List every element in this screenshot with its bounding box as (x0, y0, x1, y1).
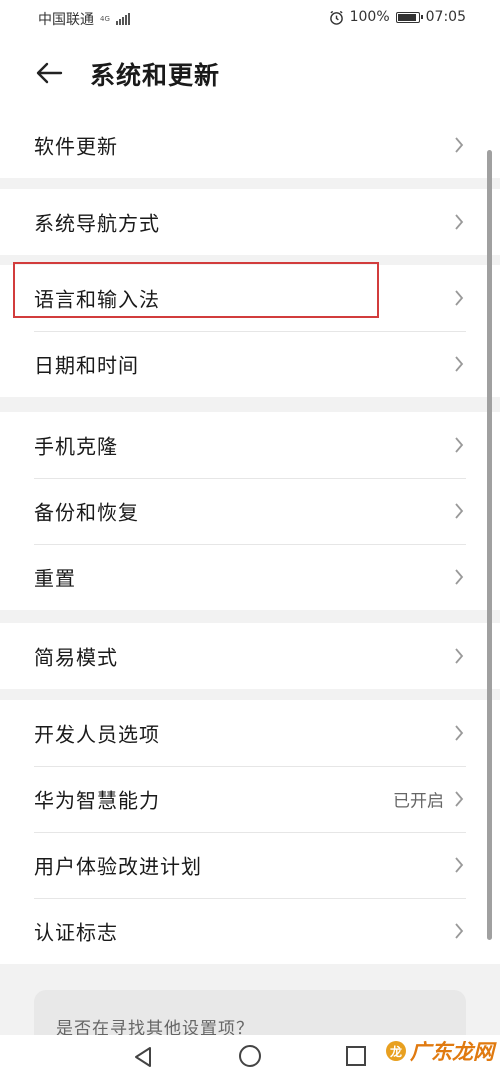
settings-group-4: 简易模式 (0, 623, 500, 689)
row-label: 系统导航方式 (34, 211, 160, 236)
software-update-row[interactable]: 软件更新 (0, 112, 500, 178)
page-title: 系统和更新 (90, 61, 221, 90)
signal-icon (115, 13, 130, 25)
watermark-logo-icon: 龙 (386, 1041, 406, 1061)
chevron-right-icon (455, 648, 464, 664)
developer-options-row[interactable]: 开发人员选项 (0, 700, 500, 766)
row-label: 手机克隆 (34, 434, 118, 459)
status-left: 中国联通 4G (38, 9, 130, 29)
network-type-label: 4G (100, 14, 110, 23)
chevron-right-icon (455, 725, 464, 741)
settings-group-2: 系统导航方式 (0, 189, 500, 255)
status-value: 已开启 (393, 791, 444, 812)
chevron-right-icon (455, 791, 464, 807)
settings-group-3: 手机克隆 备份和恢复 重置 (0, 412, 500, 610)
back-arrow-icon[interactable] (34, 58, 64, 88)
simple-mode-row[interactable]: 简易模式 (0, 623, 500, 689)
row-label: 日期和时间 (34, 353, 139, 378)
chevron-right-icon (455, 857, 464, 873)
battery-icon (395, 11, 423, 23)
nav-recent-icon[interactable] (346, 1046, 366, 1066)
chevron-right-icon (455, 569, 464, 585)
row-label: 用户体验改进计划 (34, 854, 202, 879)
row-label: 认证标志 (34, 920, 118, 945)
chevron-right-icon (455, 923, 464, 939)
chevron-right-icon (455, 214, 464, 230)
row-label: 华为智慧能力 (34, 788, 160, 813)
watermark-text: 广东龙网 (410, 1040, 494, 1064)
watermark: 龙 广东龙网 (386, 1036, 494, 1066)
ux-improvement-row[interactable]: 用户体验改进计划 (0, 832, 500, 898)
system-navigation-row[interactable]: 系统导航方式 (0, 189, 500, 255)
row-label: 软件更新 (34, 134, 118, 159)
battery-percent: 100% (349, 9, 390, 25)
row-label: 开发人员选项 (34, 722, 160, 747)
chevron-right-icon (455, 137, 464, 153)
row-label: 备份和恢复 (34, 500, 139, 525)
huawei-intelligence-row[interactable]: 华为智慧能力 已开启 (0, 766, 500, 832)
battery-fill (397, 13, 416, 21)
settings-group-5: 开发人员选项 华为智慧能力 已开启 用户体验改进计划 认证标志 (0, 700, 500, 964)
scrollbar[interactable] (487, 150, 492, 940)
alarm-icon (329, 10, 343, 25)
nav-home-icon[interactable] (239, 1045, 261, 1067)
status-bar: 中国联通 4G 100% 07:05 (0, 0, 500, 36)
language-input-row[interactable]: 语言和输入法 (0, 265, 500, 331)
nav-back-icon[interactable] (132, 1045, 154, 1069)
reset-row[interactable]: 重置 (0, 544, 500, 610)
settings-group-1: 软件更新 (0, 112, 500, 178)
chevron-right-icon (455, 356, 464, 372)
backup-restore-row[interactable]: 备份和恢复 (0, 478, 500, 544)
chevron-right-icon (455, 290, 464, 306)
row-label: 重置 (34, 566, 76, 591)
status-right: 100% 07:05 (329, 9, 466, 25)
settings-group-2b: 语言和输入法 日期和时间 (0, 265, 500, 397)
date-time-row[interactable]: 日期和时间 (0, 331, 500, 397)
app-header: 系统和更新 (0, 36, 500, 116)
row-label: 语言和输入法 (34, 287, 160, 312)
row-label: 简易模式 (34, 645, 118, 670)
certification-logos-row[interactable]: 认证标志 (0, 898, 500, 964)
carrier-label: 中国联通 (38, 12, 94, 28)
clock: 07:05 (425, 9, 466, 25)
chevron-right-icon (455, 503, 464, 519)
phone-clone-row[interactable]: 手机克隆 (0, 412, 500, 478)
chevron-right-icon (455, 437, 464, 453)
